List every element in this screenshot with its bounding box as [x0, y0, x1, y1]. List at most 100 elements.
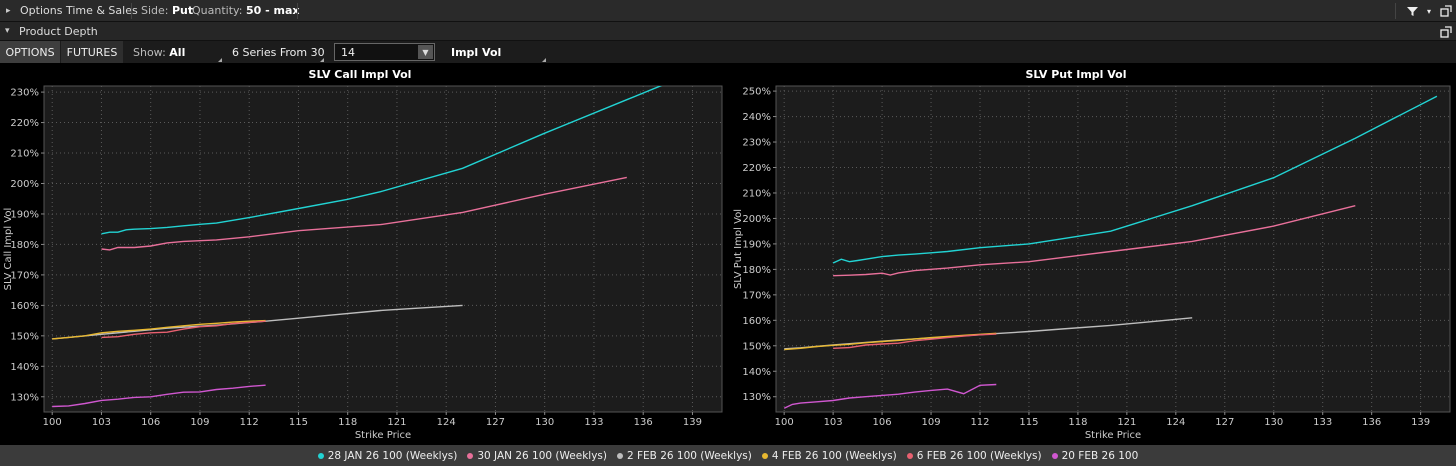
y-tick-label: 130%	[742, 392, 771, 403]
options-time-sales-toggle[interactable]: ▸ Options Time & Sales	[6, 0, 138, 21]
x-tick-label: 100	[43, 417, 62, 428]
x-tick-label: 115	[1019, 417, 1038, 428]
y-tick-label: 130%	[10, 392, 39, 403]
show-filter-dropdown[interactable]: Show: All	[124, 41, 224, 63]
product-depth-title: Product Depth	[19, 24, 98, 38]
legend-item: 20 FEB 26 100	[1051, 449, 1139, 462]
legend-item: 6 FEB 26 100 (Weeklys)	[906, 449, 1042, 462]
y-tick-label: 140%	[742, 367, 771, 378]
y-tick-label: 150%	[10, 331, 39, 342]
x-tick-label: 106	[873, 417, 892, 428]
x-tick-label: 130	[1264, 417, 1283, 428]
y-tick-label: 210%	[742, 188, 771, 199]
tab-options-label: OPTIONS	[5, 45, 55, 59]
legend-swatch	[1051, 452, 1058, 459]
x-tick-label: 106	[141, 417, 160, 428]
y-tick-label: 200%	[742, 214, 771, 225]
x-tick-label: 112	[970, 417, 989, 428]
legend-swatch	[761, 452, 768, 459]
x-tick-label: 127	[1215, 417, 1234, 428]
dropdown-corner-icon	[218, 58, 222, 62]
show-label: Show:	[133, 45, 166, 59]
chart-title: SLV Put Impl Vol	[1025, 68, 1126, 81]
x-tick-label: 100	[775, 417, 794, 428]
x-tick-label: 124	[437, 417, 456, 428]
days-combo[interactable]: 14 ▼	[334, 43, 435, 61]
x-tick-label: 130	[535, 417, 554, 428]
series-dropdown[interactable]: 6 Series From 30	[225, 41, 326, 63]
legend-item: 4 FEB 26 100 (Weeklys)	[761, 449, 897, 462]
y-tick-label: 240%	[742, 112, 771, 123]
metric-dropdown[interactable]: Impl Vol	[443, 41, 548, 63]
divider	[131, 3, 132, 19]
days-value: 14	[341, 45, 355, 59]
y-tick-label: 220%	[742, 163, 771, 174]
chevron-down-icon: ▾	[5, 26, 10, 36]
tab-options[interactable]: OPTIONS	[0, 41, 60, 63]
filter-icon[interactable]	[1403, 2, 1421, 20]
dropdown-corner-icon	[542, 58, 546, 62]
metric-value: Impl Vol	[451, 45, 502, 59]
popout-icon[interactable]	[1437, 23, 1455, 41]
divider	[1395, 3, 1396, 19]
dropdown-arrow-icon[interactable]: ▾	[1420, 2, 1438, 20]
product-depth-bar: ▾ Product Depth	[0, 22, 1456, 41]
legend-label: 20 FEB 26 100	[1061, 449, 1139, 462]
side-value: Put	[172, 4, 194, 17]
y-tick-label: 150%	[742, 341, 771, 352]
legend-label: 6 FEB 26 100 (Weeklys)	[916, 449, 1042, 462]
quantity-filter[interactable]: Quantity: 50 - max	[192, 0, 299, 21]
chevron-down-icon[interactable]: ▼	[418, 45, 433, 59]
tab-futures-label: FUTURES	[66, 45, 118, 59]
y-tick-label: 170%	[742, 290, 771, 301]
x-tick-label: 139	[1411, 417, 1430, 428]
product-depth-toggle[interactable]: ▾ Product Depth	[5, 22, 98, 40]
x-tick-label: 109	[190, 417, 209, 428]
charts-svg: SLV Call Impl Vol 130% 140% 150% 160% 170% 180…	[3, 68, 1451, 441]
x-tick-label: 136	[634, 417, 653, 428]
y-tick-label: 180%	[742, 265, 771, 276]
y-tick-label: 190%	[10, 209, 39, 220]
legend-label: 30 JAN 26 100 (Weeklys)	[477, 449, 607, 462]
y-tick-label: 230%	[742, 138, 771, 149]
legend-label: 4 FEB 26 100 (Weeklys)	[771, 449, 897, 462]
chart-1: SLV Call Impl Vol 130% 140% 150% 160% 170% 180…	[3, 68, 723, 441]
legend-swatch	[616, 452, 623, 459]
x-tick-label: 115	[289, 417, 308, 428]
quantity-label: Quantity:	[192, 4, 243, 17]
x-tick-label: 136	[1362, 417, 1381, 428]
y-tick-label: 220%	[10, 118, 39, 129]
charts-area: SLV Call Impl Vol 130% 140% 150% 160% 170% 180…	[0, 63, 1456, 445]
legend-label: 2 FEB 26 100 (Weeklys)	[626, 449, 752, 462]
chart-2: SLV Put Impl Vol 130% 140% 150% 160% 170% 180%…	[733, 68, 1451, 441]
x-tick-label: 118	[338, 417, 357, 428]
legend-label: 28 JAN 26 100 (Weeklys)	[327, 449, 458, 462]
tab-futures[interactable]: FUTURES	[61, 41, 123, 63]
y-tick-label: 250%	[742, 87, 771, 98]
x-axis-label: Strike Price	[1085, 430, 1141, 441]
x-tick-label: 112	[240, 417, 259, 428]
y-tick-label: 210%	[10, 149, 39, 160]
x-tick-label: 133	[1313, 417, 1332, 428]
side-filter[interactable]: Side: Put	[141, 0, 193, 21]
side-label: Side:	[141, 4, 169, 17]
legend-item: 2 FEB 26 100 (Weeklys)	[616, 449, 752, 462]
y-tick-label: 190%	[742, 239, 771, 250]
y-tick-label: 230%	[10, 88, 39, 99]
options-time-sales-bar: ▸ Options Time & Sales Side: Put Quantit…	[0, 0, 1456, 22]
popout-icon[interactable]	[1437, 2, 1455, 20]
x-tick-label: 103	[92, 417, 111, 428]
show-value: All	[169, 45, 186, 59]
x-tick-label: 118	[1068, 417, 1087, 428]
dropdown-corner-icon	[320, 58, 324, 62]
legend-item: 30 JAN 26 100 (Weeklys)	[467, 450, 607, 462]
quantity-value: 50 - max	[245, 4, 300, 17]
x-tick-label: 124	[1166, 417, 1185, 428]
x-tick-label: 121	[387, 417, 406, 428]
x-tick-label: 139	[683, 417, 702, 428]
options-time-sales-title: Options Time & Sales	[20, 4, 138, 17]
legend: 28 JAN 26 100 (Weeklys) 30 JAN 26 100 (We…	[0, 445, 1456, 466]
x-tick-label: 133	[584, 417, 603, 428]
chart-title: SLV Call Impl Vol	[309, 68, 412, 81]
x-axis-label: Strike Price	[355, 430, 411, 441]
